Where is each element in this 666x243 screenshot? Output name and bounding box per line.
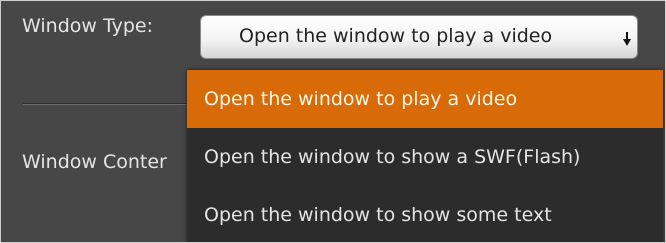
chevron-down-icon	[623, 39, 631, 46]
dialog-panel: Window Type: Window Conter Open the wind…	[0, 0, 666, 243]
dropdown-option-show-text[interactable]: Open the window to show some text	[187, 186, 663, 242]
window-content-label: Window Conter	[22, 151, 167, 173]
window-type-select[interactable]: Open the window to play a video	[200, 15, 638, 59]
window-type-label: Window Type:	[22, 15, 153, 37]
window-type-select-value: Open the window to play a video	[239, 25, 553, 47]
dropdown-option-play-video[interactable]: Open the window to play a video	[187, 70, 663, 128]
window-type-dropdown: Open the window to play a video Open the…	[187, 70, 663, 242]
divider	[23, 103, 193, 105]
dropdown-option-show-swf[interactable]: Open the window to show a SWF(Flash)	[187, 128, 663, 186]
